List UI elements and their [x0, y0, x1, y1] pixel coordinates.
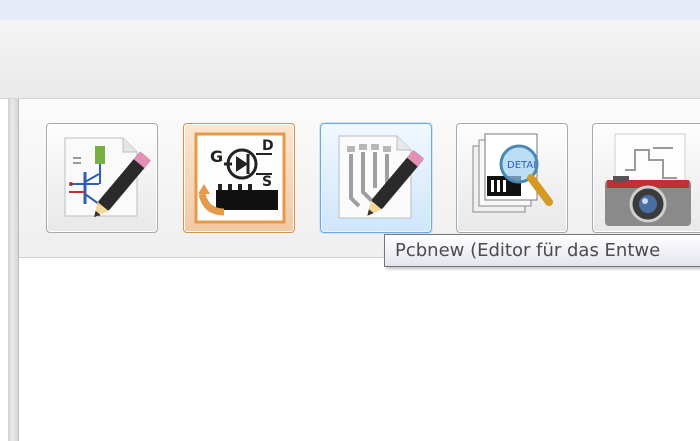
svg-text:DETAI: DETAI [507, 160, 536, 171]
svg-text:S: S [262, 174, 272, 190]
window-left-frame [8, 99, 19, 441]
svg-text:D: D [262, 138, 274, 154]
schematic-editor-icon [64, 137, 151, 218]
symbol-converter-button[interactable]: G D S [183, 123, 295, 233]
gerbview-button[interactable]: DETAI [456, 123, 568, 233]
pcbnew-tooltip: Pcbnew (Editor für das Entwe [384, 234, 700, 267]
pcb-editor-icon [338, 135, 425, 219]
pcbnew-button[interactable] [320, 123, 432, 233]
component-convert-icon: G D S [194, 132, 286, 224]
main-content-area [19, 258, 700, 441]
bitmap2component-button[interactable] [592, 123, 700, 233]
eeschema-button[interactable] [46, 123, 158, 233]
window-titlebar [0, 20, 700, 99]
svg-text:G: G [210, 147, 223, 166]
gerber-viewer-icon: DETAI [472, 133, 553, 213]
window-top-strip [0, 0, 700, 20]
image-to-component-icon [605, 133, 691, 226]
